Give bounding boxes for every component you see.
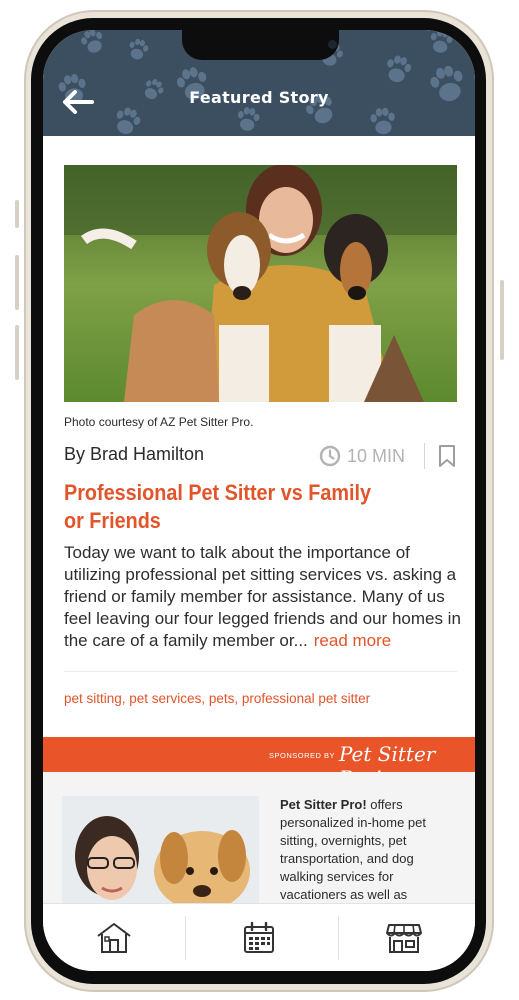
bookmark-icon <box>439 445 455 467</box>
section-divider <box>64 671 457 672</box>
front-camera <box>328 40 337 49</box>
ad-body: offers personalized in-home pet sitting,… <box>280 797 426 902</box>
tab-calendar[interactable] <box>188 904 330 971</box>
ad-description: Pet Sitter Pro! offers personalized in-h… <box>280 796 460 904</box>
read-time: 10 MIN <box>319 443 405 469</box>
app-header: Featured Story <box>43 30 475 136</box>
volume-down-button <box>15 325 19 380</box>
bookmark-button[interactable] <box>437 444 457 468</box>
tab-store[interactable] <box>333 904 475 971</box>
volume-up-button <box>15 255 19 310</box>
camera-notch <box>182 30 339 60</box>
calendar-icon <box>244 921 274 953</box>
article-headline[interactable]: Professional Pet Sitter vs Family or Fri… <box>64 479 388 535</box>
read-more-link[interactable]: read more <box>314 631 391 650</box>
power-button <box>500 280 504 360</box>
ad-brand-name: Pet Sitter Pro! <box>280 797 367 812</box>
tab-home[interactable] <box>43 904 185 971</box>
storefront-icon <box>386 924 422 953</box>
tab-divider <box>185 916 186 960</box>
clock-icon <box>319 445 341 467</box>
featured-photo <box>64 165 457 402</box>
article-excerpt: Today we want to talk about the importan… <box>64 542 464 652</box>
sponsored-by-label: SPONSORED BY <box>269 751 336 760</box>
photo-caption: Photo courtesy of AZ Pet Sitter Pro. <box>64 415 254 429</box>
article-author: By Brad Hamilton <box>64 444 205 464</box>
read-time-label: 10 MIN <box>347 445 406 466</box>
sponsor-bar[interactable]: SPONSORED BY Pet Sitter Pro! <box>43 737 475 790</box>
ad-photo <box>62 796 259 909</box>
page-title: Featured Story <box>189 88 329 107</box>
sponsor-ad[interactable]: Pet Sitter Pro! offers personalized in-h… <box>43 772 475 909</box>
home-icon <box>97 923 131 953</box>
excerpt-text: Today we want to talk about the importan… <box>64 543 461 650</box>
app-screen: Featured Story Photo courtesy of AZ Pet … <box>43 30 475 971</box>
bottom-tab-bar <box>43 903 475 971</box>
meta-divider <box>424 443 425 469</box>
article-tags[interactable]: pet sitting, pet services, pets, profess… <box>64 691 370 706</box>
mute-switch <box>15 200 19 228</box>
